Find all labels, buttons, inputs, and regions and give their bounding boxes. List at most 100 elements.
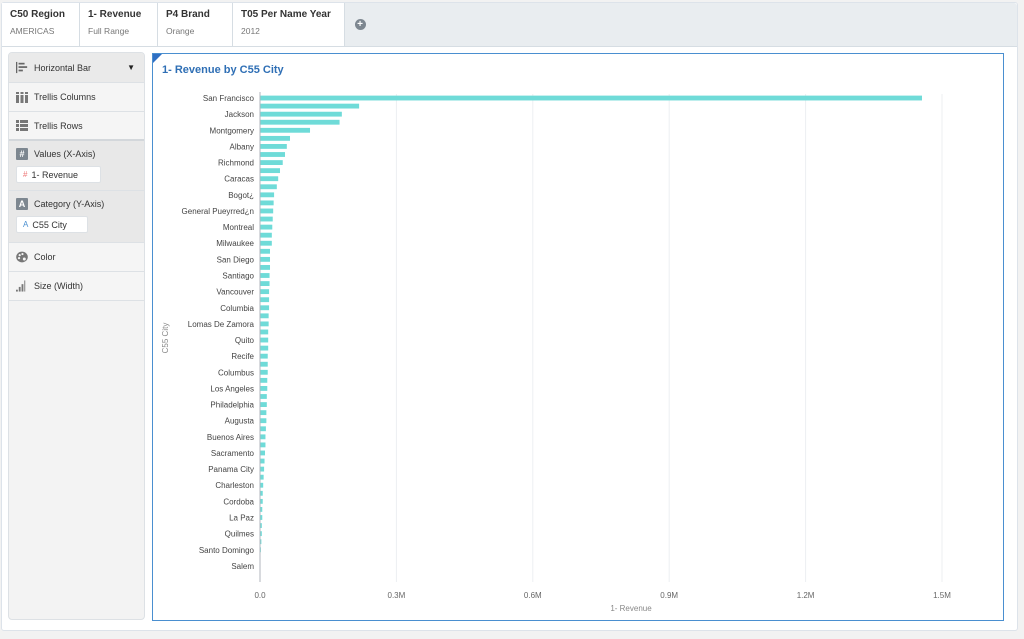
bar[interactable] [260, 289, 270, 295]
bar[interactable] [260, 410, 267, 416]
bar[interactable] [260, 337, 269, 343]
bar[interactable] [260, 297, 270, 303]
chart-panel[interactable]: 1- Revenue by C55 City 0.0 0.3M 0.6M 0.9M 1.… [152, 53, 1004, 621]
bar[interactable] [260, 273, 270, 278]
trellis-rows-drop[interactable]: Trellis Rows [9, 112, 144, 141]
bar[interactable] [260, 256, 271, 262]
bar[interactable] [260, 434, 266, 440]
bar[interactable] [260, 135, 291, 141]
category-section[interactable]: A Category (Y-Axis) A C55 City [9, 191, 144, 243]
city-pill-label: C55 City [32, 219, 67, 230]
chart-type-dropdown[interactable]: Horizontal Bar ▼ [9, 53, 144, 83]
revenue-pill[interactable]: # 1- Revenue [16, 166, 101, 183]
hash-icon: # [16, 148, 28, 160]
values-section[interactable]: # Values (X-Axis) # 1- Revenue [9, 141, 144, 191]
bar[interactable] [260, 353, 268, 359]
bar[interactable] [260, 418, 267, 424]
trellis-columns-drop[interactable]: Trellis Columns [9, 83, 144, 112]
bar[interactable] [260, 200, 274, 206]
y-tick-label: La Paz [229, 514, 254, 523]
bar[interactable] [260, 329, 269, 335]
color-drop[interactable]: Color [9, 243, 144, 272]
y-tick-label: Richmond [218, 159, 254, 168]
bar[interactable] [260, 442, 266, 448]
x-tick-label: 0.0 [254, 591, 266, 600]
bar[interactable] [260, 208, 274, 214]
filter-brand[interactable]: P4 Brand Orange [158, 3, 233, 46]
bar[interactable] [260, 160, 283, 165]
filter-value: Full Range [88, 26, 130, 36]
y-tick-label: Lomas De Zamora [188, 320, 255, 329]
y-axis-title: C55 City [161, 323, 170, 354]
bar[interactable] [260, 450, 266, 456]
bar[interactable] [260, 168, 281, 174]
bar[interactable] [260, 305, 270, 311]
filter-bar: C50 Region AMERICAS 1- Revenue Full Rang… [2, 3, 1017, 47]
color-label: Color [34, 252, 56, 262]
bar[interactable] [260, 111, 342, 117]
filter-title: 1- Revenue [88, 9, 142, 20]
values-label: Values (X-Axis) [34, 149, 96, 159]
palette-icon [16, 251, 28, 263]
trellis-columns-icon [16, 91, 28, 103]
y-tick-label: Charleston [215, 481, 254, 490]
bar[interactable] [260, 127, 311, 133]
bar[interactable] [260, 192, 275, 198]
bar[interactable] [260, 103, 360, 109]
y-tick-label: Philadelphia [210, 401, 254, 410]
filter-year[interactable]: T05 Per Name Year 2012 [233, 3, 345, 46]
caret-down-icon: ▼ [127, 63, 135, 72]
y-tick-label: Santiago [222, 272, 254, 281]
bar[interactable] [260, 402, 267, 407]
size-drop[interactable]: Size (Width) [9, 272, 144, 301]
y-tick-label: Columbia [220, 304, 254, 313]
filter-title: P4 Brand [166, 9, 210, 20]
y-tick-label: Quilmes [225, 530, 254, 539]
y-tick-label: Salem [231, 562, 254, 571]
bar[interactable] [260, 281, 270, 286]
filter-region[interactable]: C50 Region AMERICAS [2, 3, 80, 46]
bar[interactable] [260, 216, 273, 222]
x-tick-label: 0.6M [524, 591, 542, 600]
bar[interactable] [260, 345, 269, 351]
bar[interactable] [260, 232, 272, 238]
bar[interactable] [260, 394, 267, 399]
bar[interactable] [260, 144, 287, 149]
add-filter-button[interactable]: + [349, 3, 371, 46]
bar[interactable] [260, 466, 265, 472]
city-pill[interactable]: A C55 City [16, 216, 88, 233]
y-tick-label: Los Angeles [210, 384, 254, 393]
bar[interactable] [260, 224, 273, 230]
trellis-columns-label: Trellis Columns [34, 92, 96, 102]
bar[interactable] [260, 377, 268, 383]
bar[interactable] [260, 313, 269, 319]
bar[interactable] [260, 386, 268, 391]
bar[interactable] [260, 474, 264, 480]
y-tick-label: General Pueyrred¿n [182, 207, 254, 216]
bar[interactable] [260, 458, 265, 464]
revenue-pill-label: 1- Revenue [31, 169, 78, 180]
filter-title: T05 Per Name Year [241, 9, 331, 20]
y-tick-label: Panama City [208, 465, 254, 474]
bar[interactable] [260, 240, 272, 246]
filter-revenue[interactable]: 1- Revenue Full Range [80, 3, 158, 46]
bar[interactable] [260, 184, 277, 190]
y-tick-label: Quito [235, 336, 255, 345]
bar[interactable] [260, 321, 269, 327]
y-tick-label: Cordoba [223, 497, 254, 506]
horizontal-bar-icon [16, 61, 28, 74]
bar[interactable] [260, 176, 279, 182]
bar[interactable] [260, 265, 271, 270]
bar[interactable] [260, 119, 340, 125]
grammar-panel: Horizontal Bar ▼ Trellis Columns Trellis… [8, 52, 145, 620]
bar[interactable] [260, 248, 271, 254]
attribute-small-icon: A [23, 220, 29, 229]
category-label: Category (Y-Axis) [34, 199, 105, 209]
bar[interactable] [260, 369, 268, 375]
bar[interactable] [260, 361, 268, 367]
chart-type-label: Horizontal Bar [34, 62, 92, 73]
x-tick-label: 1.5M [933, 591, 951, 600]
bar[interactable] [260, 95, 922, 101]
bar[interactable] [260, 152, 286, 157]
bar[interactable] [260, 426, 266, 432]
